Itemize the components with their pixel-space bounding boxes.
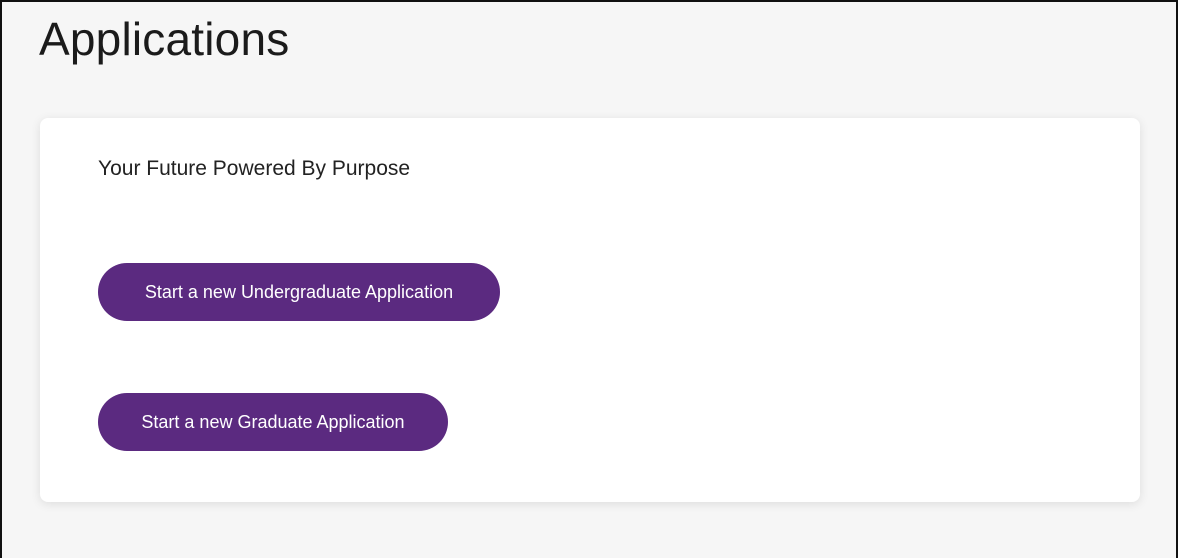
- applications-card: Your Future Powered By Purpose Start a n…: [40, 118, 1140, 502]
- start-graduate-application-button[interactable]: Start a new Graduate Application: [98, 393, 448, 451]
- app-frame: Applications Your Future Powered By Purp…: [0, 0, 1178, 558]
- tagline-text: Your Future Powered By Purpose: [98, 157, 411, 180]
- start-undergraduate-application-button[interactable]: Start a new Undergraduate Application: [98, 263, 500, 321]
- page-title: Applications: [39, 13, 290, 65]
